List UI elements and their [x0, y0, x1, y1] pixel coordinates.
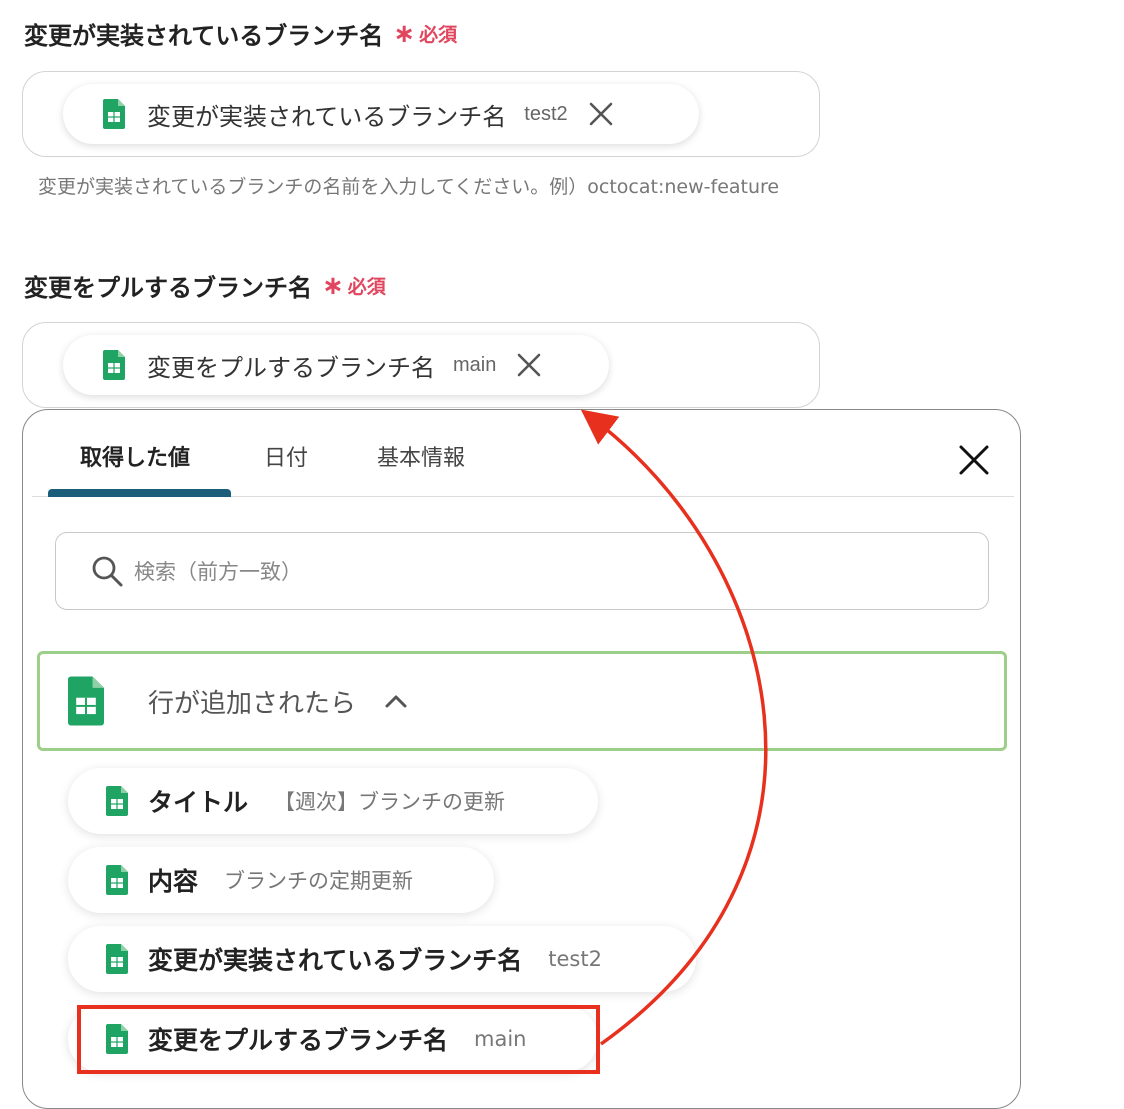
- field-label-text: 変更が実装されているブランチ名: [24, 22, 384, 50]
- chip-value: main: [453, 353, 497, 376]
- required-mark: ∗: [322, 270, 344, 301]
- close-icon[interactable]: [588, 101, 614, 127]
- active-tab-indicator: [48, 489, 231, 497]
- chip-value: test2: [524, 102, 568, 125]
- google-sheets-icon: [106, 1024, 128, 1054]
- item-label: 内容: [148, 867, 199, 896]
- field-label-head-branch: 変更が実装されているブランチ名 ∗ 必須: [24, 16, 457, 51]
- head-branch-chip[interactable]: 変更が実装されているブランチ名 test2: [63, 84, 699, 144]
- chevron-up-icon[interactable]: [384, 693, 408, 709]
- list-item[interactable]: 内容 ブランチの定期更新: [68, 847, 494, 913]
- google-sheets-icon: [106, 786, 128, 816]
- tab-acquired-values[interactable]: 取得した値: [80, 440, 190, 472]
- required-text: 必須: [419, 24, 458, 46]
- field-label-base-branch: 変更をプルするブランチ名 ∗ 必須: [24, 268, 386, 303]
- chip-label: 変更が実装されているブランチ名: [147, 102, 507, 131]
- close-icon[interactable]: [516, 352, 542, 378]
- google-sheets-icon: [68, 676, 104, 726]
- head-branch-helper-text: 変更が実装されているブランチの名前を入力してください。例）octocat:new…: [38, 176, 780, 198]
- tab-date[interactable]: 日付: [264, 440, 308, 472]
- group-title: 行が追加されたら: [148, 688, 357, 719]
- item-label: タイトル: [148, 788, 249, 817]
- list-item[interactable]: 変更が実装されているブランチ名 test2: [68, 926, 696, 992]
- list-item[interactable]: 変更をプルするブランチ名 main: [68, 1006, 598, 1072]
- field-label-text: 変更をプルするブランチ名: [24, 274, 312, 302]
- base-branch-field[interactable]: 変更をプルするブランチ名 main: [22, 322, 820, 408]
- search-placeholder: 検索（前方一致）: [134, 560, 302, 584]
- value-picker-panel: [22, 409, 1021, 1109]
- item-value: ブランチの定期更新: [224, 869, 414, 893]
- item-value: 【週次】ブランチの更新: [274, 790, 506, 814]
- base-branch-chip[interactable]: 変更をプルするブランチ名 main: [63, 335, 609, 395]
- search-icon: [92, 556, 123, 587]
- item-label: 変更をプルするブランチ名: [148, 1026, 449, 1055]
- item-value: main: [474, 1027, 527, 1051]
- group-row-added[interactable]: 行が追加されたら: [37, 651, 1007, 751]
- google-sheets-icon: [103, 99, 125, 129]
- google-sheets-icon: [106, 944, 128, 974]
- list-item[interactable]: タイトル 【週次】ブランチの更新: [68, 768, 598, 834]
- required-mark: ∗: [393, 18, 416, 49]
- item-value: test2: [548, 947, 602, 971]
- search-input[interactable]: 検索（前方一致）: [55, 532, 989, 610]
- tab-basic-info[interactable]: 基本情報: [377, 440, 465, 472]
- required-text: 必須: [347, 276, 386, 298]
- google-sheets-icon: [106, 865, 128, 895]
- head-branch-field[interactable]: 変更が実装されているブランチ名 test2: [22, 71, 820, 157]
- chip-label: 変更をプルするブランチ名: [147, 353, 435, 382]
- google-sheets-icon: [103, 350, 125, 380]
- item-label: 変更が実装されているブランチ名: [148, 946, 523, 975]
- close-icon[interactable]: [956, 442, 992, 478]
